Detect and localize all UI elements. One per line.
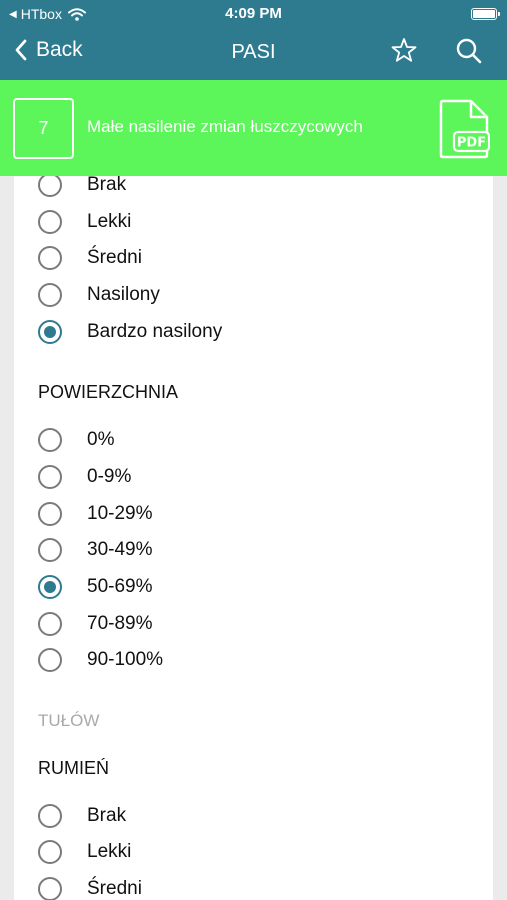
option-label: 0-9% (87, 466, 132, 487)
radio-button[interactable] (38, 465, 62, 489)
result-text: Małe nasilenie zmian łuszczycowych (87, 117, 363, 136)
option-30-49[interactable]: 30-49% (14, 534, 493, 566)
radio-button-selected[interactable] (38, 575, 62, 599)
status-bar: ◀ HTbox 4:09 PM (0, 0, 507, 28)
pdf-label: PDF (457, 136, 486, 151)
option-label: Brak (87, 176, 127, 195)
option-lekki[interactable]: Lekki (14, 206, 493, 238)
option-label: 10-29% (87, 503, 153, 524)
radio-button[interactable] (38, 428, 62, 452)
score-box: 7 (13, 98, 74, 159)
option-label: 70-89% (87, 613, 153, 634)
radio-button[interactable] (38, 538, 62, 562)
option-90-100[interactable]: 90-100% (14, 644, 493, 676)
heading-rumien: RUMIEŃ (38, 758, 109, 778)
radio-button[interactable] (38, 283, 62, 307)
radio-button[interactable] (38, 210, 62, 234)
option-sredni[interactable]: Średni (14, 242, 493, 274)
option-brak[interactable]: Brak (14, 800, 493, 832)
option-label: Lekki (87, 211, 132, 232)
status-time: 4:09 PM (225, 5, 282, 22)
section-tulow: TUŁÓW (38, 711, 100, 730)
option-nasilony[interactable]: Nasilony (14, 279, 493, 311)
heading-powierzchnia: POWIERZCHNIA (38, 382, 179, 402)
option-label: 30-49% (87, 539, 153, 560)
option-label: 0% (87, 429, 115, 450)
battery-icon (471, 8, 500, 20)
radio-button[interactable] (38, 877, 62, 900)
option-0[interactable]: 0% (14, 424, 493, 456)
option-sredni[interactable]: Średni (14, 873, 493, 900)
result-banner: 7 Małe nasilenie zmian łuszczycowych PDF (0, 80, 507, 176)
radio-button[interactable] (38, 612, 62, 636)
nav-bar: Back PASI (0, 28, 507, 76)
radio-button[interactable] (38, 840, 62, 864)
option-label: 90-100% (87, 649, 164, 670)
option-label: 50-69% (87, 576, 153, 597)
option-lekki[interactable]: Lekki (14, 836, 493, 868)
radio-button[interactable] (38, 176, 62, 197)
option-70-89[interactable]: 70-89% (14, 608, 493, 640)
radio-button[interactable] (38, 648, 62, 672)
option-50-69[interactable]: 50-69% (14, 571, 493, 603)
option-label: Średni (87, 247, 142, 268)
option-bardzo-nasilony[interactable]: Bardzo nasilony (14, 316, 493, 348)
radio-button[interactable] (38, 804, 62, 828)
option-brak[interactable]: Brak (14, 176, 493, 201)
option-label: Bardzo nasilony (87, 321, 223, 342)
option-label: Nasilony (87, 284, 160, 305)
page-title: PASI (231, 41, 276, 63)
radio-button[interactable] (38, 502, 62, 526)
option-label: Średni (87, 878, 142, 899)
option-0-9[interactable]: 0-9% (14, 461, 493, 493)
favorite-star-icon[interactable] (390, 36, 418, 64)
search-icon[interactable] (455, 37, 483, 65)
radio-button[interactable] (38, 246, 62, 270)
app-header: ◀ HTbox 4:09 PM Back PASI (0, 0, 507, 80)
form-content: Brak Lekki Średni Nasilony Bardzo nasilo… (14, 176, 493, 900)
pdf-icon[interactable]: PDF (438, 97, 490, 161)
option-10-29[interactable]: 10-29% (14, 498, 493, 530)
option-label: Brak (87, 805, 127, 826)
option-label: Lekki (87, 841, 132, 862)
radio-button-selected[interactable] (38, 320, 62, 344)
